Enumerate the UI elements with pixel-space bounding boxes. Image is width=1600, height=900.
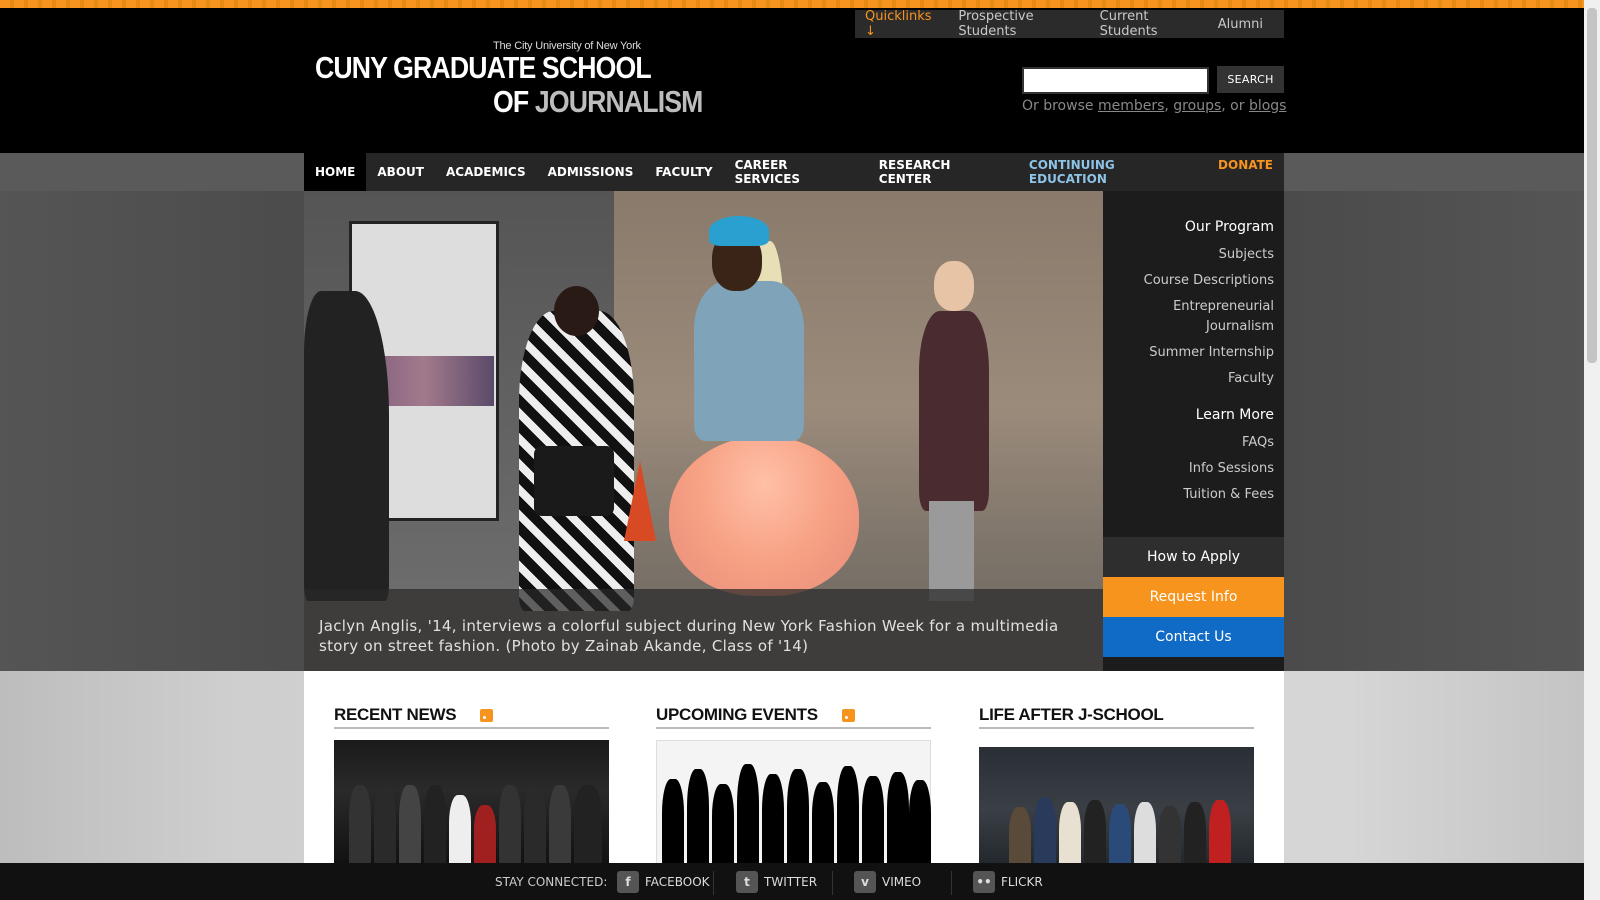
- life-after-jschool-image[interactable]: [979, 747, 1254, 872]
- life-after-jschool-column: LIFE AFTER J-SCHOOL: [979, 671, 1254, 872]
- quicklink-alumni[interactable]: Alumni: [1218, 17, 1263, 32]
- sidebar-link-faculty[interactable]: Faculty: [1103, 369, 1274, 389]
- nav-admissions[interactable]: ADMISSIONS: [537, 153, 645, 191]
- flickr-link[interactable]: •• FLICKR: [973, 871, 1043, 893]
- twitter-icon: t: [736, 871, 758, 893]
- browse-members-link[interactable]: members: [1098, 98, 1164, 114]
- top-accent-strip: [0, 0, 1584, 8]
- sidebar-link-course-descriptions[interactable]: Course Descriptions: [1103, 271, 1274, 291]
- learn-more-heading: Learn More: [1195, 407, 1274, 423]
- site-logo[interactable]: The City University of New York CUNY GRA…: [315, 38, 703, 126]
- upcoming-events-image[interactable]: [656, 740, 931, 865]
- sidebar-link-entrepreneurial-journalism[interactable]: Entrepreneurial Journalism: [1103, 297, 1274, 337]
- nav-academics[interactable]: ACADEMICS: [435, 153, 537, 191]
- logo-line-1: CUNY GRADUATE SCHOOL: [315, 50, 652, 85]
- sidebar-link-faqs[interactable]: FAQs: [1103, 433, 1274, 453]
- page-scrollbar[interactable]: [1584, 0, 1600, 900]
- quicklinks-bar: Quicklinks ↓ Prospective Students Curren…: [855, 9, 1284, 39]
- search-button[interactable]: SEARCH: [1217, 66, 1284, 93]
- facebook-link[interactable]: f FACEBOOK: [617, 871, 710, 893]
- nav-research-center[interactable]: RESEARCH CENTER: [868, 153, 1018, 191]
- nav-donate[interactable]: DONATE: [1207, 158, 1284, 186]
- quicklink-prospective-students[interactable]: Prospective Students: [958, 9, 1078, 39]
- quicklink-current-students[interactable]: Current Students: [1100, 9, 1197, 39]
- stay-connected-label: STAY CONNECTED:: [495, 875, 608, 889]
- sidebar-link-subjects[interactable]: Subjects: [1103, 245, 1274, 265]
- hero-caption: Jaclyn Anglis, '14, interviews a colorfu…: [304, 589, 1103, 671]
- browse-groups-link[interactable]: groups: [1173, 98, 1221, 114]
- site-header: Quicklinks ↓ Prospective Students Curren…: [0, 8, 1584, 153]
- nav-career-services[interactable]: CAREER SERVICES: [724, 153, 868, 191]
- contact-us-button[interactable]: Contact Us: [1103, 617, 1284, 657]
- nav-home[interactable]: HOME: [304, 153, 367, 191]
- sidebar-link-summer-internship[interactable]: Summer Internship: [1103, 343, 1274, 363]
- how-to-apply-button[interactable]: How to Apply: [1103, 537, 1284, 577]
- nav-continuing-education[interactable]: CONTINUING EDUCATION: [1018, 158, 1207, 186]
- nav-faculty[interactable]: FACULTY: [644, 153, 723, 191]
- our-program-heading: Our Program: [1184, 219, 1274, 235]
- flickr-icon: ••: [973, 871, 995, 893]
- recent-news-column: RECENT NEWS: [334, 671, 609, 865]
- nav-about[interactable]: ABOUT: [366, 153, 435, 191]
- main-nav: HOME ABOUT ACADEMICS ADMISSIONS FACULTY …: [304, 153, 1284, 191]
- upcoming-events-heading[interactable]: UPCOMING EVENTS: [656, 705, 818, 725]
- vimeo-icon: v: [854, 871, 876, 893]
- content-columns: RECENT NEWS UPCOMING EVENTS LIFE AFTER J…: [304, 671, 1284, 872]
- sidebar-link-info-sessions[interactable]: Info Sessions: [1103, 459, 1274, 479]
- sidebar-link-tuition-fees[interactable]: Tuition & Fees: [1103, 485, 1274, 505]
- facebook-icon: f: [617, 871, 639, 893]
- upcoming-events-column: UPCOMING EVENTS: [656, 671, 931, 865]
- twitter-link[interactable]: t TWITTER: [736, 871, 817, 893]
- life-after-jschool-heading[interactable]: LIFE AFTER J-SCHOOL: [979, 705, 1164, 725]
- rss-icon[interactable]: [841, 708, 855, 722]
- browse-blogs-link[interactable]: blogs: [1249, 98, 1287, 114]
- quicklinks-toggle[interactable]: Quicklinks ↓: [865, 9, 936, 39]
- scrollbar-thumb[interactable]: [1587, 8, 1597, 363]
- logo-line-2: OF JOURNALISM: [493, 84, 703, 119]
- browse-links: Or browse members, groups, or blogs: [1022, 98, 1287, 114]
- tutu-figure: [669, 436, 859, 596]
- social-footer: STAY CONNECTED: f FACEBOOK t TWITTER v V…: [0, 863, 1584, 900]
- search-input[interactable]: [1022, 67, 1209, 94]
- vimeo-link[interactable]: v VIMEO: [854, 871, 921, 893]
- request-info-button[interactable]: Request Info: [1103, 577, 1284, 617]
- rss-icon[interactable]: [480, 708, 494, 722]
- recent-news-image[interactable]: [334, 740, 609, 865]
- recent-news-heading[interactable]: RECENT NEWS: [334, 705, 457, 725]
